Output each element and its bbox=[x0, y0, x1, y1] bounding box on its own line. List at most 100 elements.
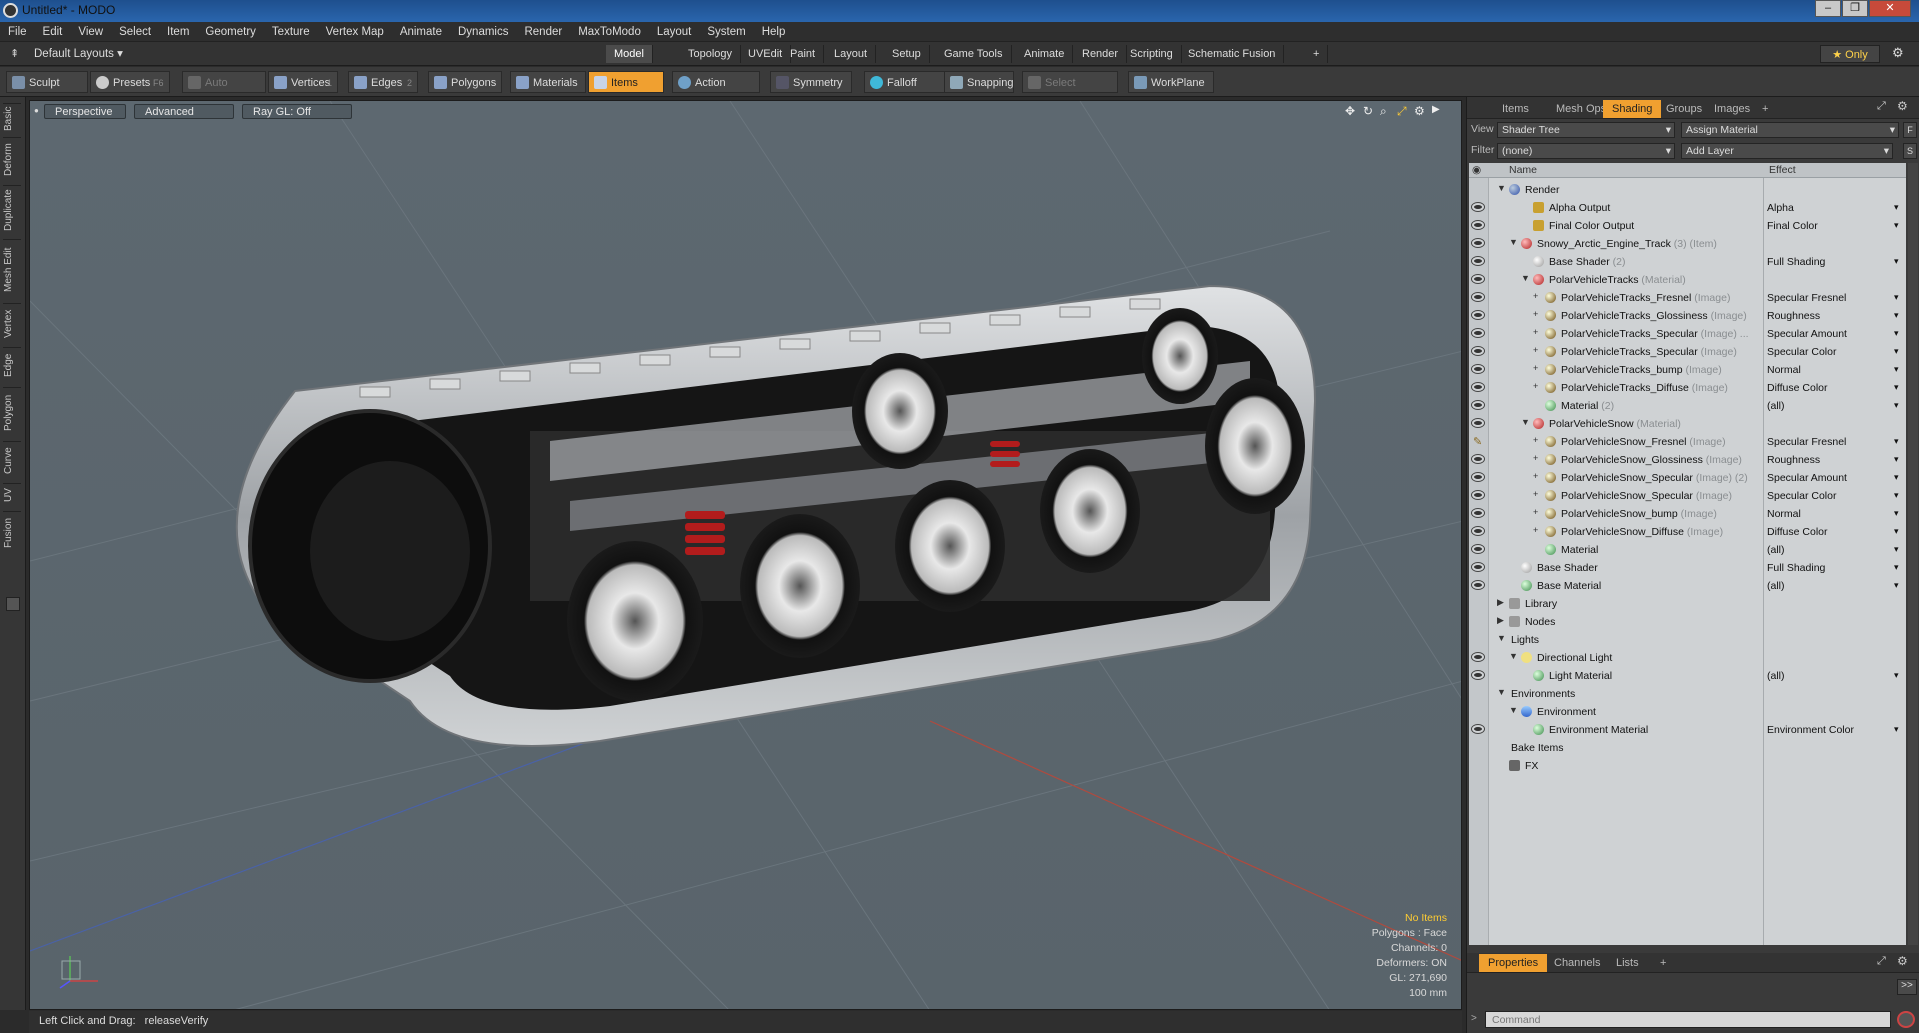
shader-tree-row[interactable]: Base Material (all) ▾ bbox=[1469, 577, 1906, 595]
visibility-eye-icon[interactable] bbox=[1472, 653, 1484, 661]
shader-tree-row[interactable]: + PolarVehicleSnow_Specular (Image) Specul… bbox=[1469, 487, 1906, 505]
shader-tree-row[interactable]: ▼ Environments bbox=[1469, 685, 1906, 703]
visibility-eye-icon[interactable] bbox=[1472, 527, 1484, 535]
visibility-eye-icon[interactable] bbox=[1472, 239, 1484, 247]
visibility-eye-icon[interactable] bbox=[1472, 257, 1484, 265]
expand-plus-icon[interactable]: + bbox=[1533, 363, 1538, 373]
props-tab-lists[interactable]: Lists bbox=[1607, 954, 1648, 972]
menu-system[interactable]: System bbox=[699, 22, 753, 42]
shader-tree-row[interactable]: Final Color Output Final Color ▾ bbox=[1469, 217, 1906, 235]
effect-dropdown-arrow-icon[interactable]: ▾ bbox=[1894, 724, 1899, 735]
shader-effect-value[interactable]: Roughness bbox=[1767, 454, 1820, 466]
menu-layout[interactable]: Layout bbox=[649, 22, 700, 42]
maximize-button[interactable]: ❐ bbox=[1842, 0, 1868, 17]
shader-effect-value[interactable]: Diffuse Color bbox=[1767, 526, 1828, 538]
visibility-eye-icon[interactable] bbox=[1472, 293, 1484, 301]
shader-effect-value[interactable]: (all) bbox=[1767, 400, 1785, 412]
collapse-arrow-icon[interactable]: ▼ bbox=[1509, 705, 1518, 715]
raygl-dropdown[interactable]: Ray GL: Off bbox=[242, 104, 352, 119]
minimize-button[interactable]: – bbox=[1815, 0, 1841, 17]
panel-tab-groups[interactable]: Groups bbox=[1657, 100, 1711, 118]
expand-plus-icon[interactable]: + bbox=[1533, 309, 1538, 319]
left-tab-uv[interactable]: UV bbox=[3, 483, 21, 507]
perspective-dropdown[interactable]: Perspective bbox=[44, 104, 126, 119]
shader-effect-value[interactable]: Specular Fresnel bbox=[1767, 292, 1846, 304]
left-tabs-toggle-button[interactable] bbox=[6, 597, 20, 611]
visibility-eye-icon[interactable] bbox=[1472, 329, 1484, 337]
expand-arrow-icon[interactable]: ▶ bbox=[1497, 597, 1504, 608]
left-tab-mesh-edit[interactable]: Mesh Edit bbox=[3, 239, 21, 299]
visibility-eye-icon[interactable] bbox=[1472, 347, 1484, 355]
shader-effect-value[interactable]: Specular Amount bbox=[1767, 472, 1847, 484]
shader-tree-row[interactable]: Base Shader Full Shading ▾ bbox=[1469, 559, 1906, 577]
menu-item[interactable]: Item bbox=[159, 22, 197, 42]
shader-effect-value[interactable]: Specular Fresnel bbox=[1767, 436, 1846, 448]
shader-tree-row[interactable]: ▼ Lights bbox=[1469, 631, 1906, 649]
effect-dropdown-arrow-icon[interactable]: ▾ bbox=[1894, 670, 1899, 681]
command-input[interactable]: Command bbox=[1485, 1011, 1891, 1028]
effect-dropdown-arrow-icon[interactable]: ▾ bbox=[1894, 526, 1899, 537]
shader-effect-value[interactable]: Normal bbox=[1767, 508, 1801, 520]
snapping-button[interactable]: Snapping bbox=[944, 71, 1014, 93]
default-layouts-dropdown[interactable]: Default Layouts ▾ bbox=[34, 46, 123, 60]
visibility-eye-icon[interactable] bbox=[1472, 383, 1484, 391]
layout-pin-icon[interactable]: ⇞ bbox=[10, 47, 19, 60]
layout-tab-schematic-fusion[interactable]: Schematic Fusion bbox=[1180, 45, 1285, 63]
collapse-arrow-icon[interactable]: ▼ bbox=[1509, 237, 1518, 247]
shader-tree-row[interactable]: FX bbox=[1469, 757, 1906, 775]
sculpt-button[interactable]: Sculpt bbox=[6, 71, 88, 93]
menu-vertex-map[interactable]: Vertex Map bbox=[318, 22, 392, 42]
viewport-expand-icon[interactable]: ▶ bbox=[1432, 104, 1440, 115]
shader-effect-value[interactable]: (all) bbox=[1767, 670, 1785, 682]
menu-texture[interactable]: Texture bbox=[264, 22, 318, 42]
props-gear-icon[interactable]: ⚙ bbox=[1897, 954, 1908, 968]
menu-dynamics[interactable]: Dynamics bbox=[450, 22, 516, 42]
shader-tree-row[interactable]: + PolarVehicleTracks_bump (Image) Normal ▾ bbox=[1469, 361, 1906, 379]
rotate-icon[interactable]: ↻ bbox=[1363, 104, 1373, 118]
visibility-eye-icon[interactable] bbox=[1472, 473, 1484, 481]
menu-geometry[interactable]: Geometry bbox=[197, 22, 264, 42]
panel-tab-add[interactable]: + bbox=[1753, 100, 1777, 118]
panel-tab-items[interactable]: Items bbox=[1493, 100, 1538, 118]
shader-tree-row[interactable]: + PolarVehicleTracks_Fresnel (Image) Specu… bbox=[1469, 289, 1906, 307]
effect-dropdown-arrow-icon[interactable]: ▾ bbox=[1894, 508, 1899, 519]
shader-effect-value[interactable]: Normal bbox=[1767, 364, 1801, 376]
layout-tab-add[interactable]: + bbox=[1305, 45, 1329, 63]
expand-plus-icon[interactable]: + bbox=[1533, 435, 1538, 445]
layout-tab-model[interactable]: Model bbox=[606, 45, 653, 63]
f-button[interactable]: F bbox=[1903, 122, 1917, 138]
menu-animate[interactable]: Animate bbox=[392, 22, 450, 42]
shader-tree-row[interactable]: + PolarVehicleTracks_Specular (Image) Spec… bbox=[1469, 343, 1906, 361]
collapse-arrow-icon[interactable]: ▼ bbox=[1521, 273, 1530, 283]
auto-select-button[interactable]: Auto Select bbox=[182, 71, 266, 111]
s-button[interactable]: S bbox=[1903, 143, 1917, 159]
expand-plus-icon[interactable]: + bbox=[1533, 507, 1538, 517]
props-tab-channels[interactable]: Channels bbox=[1545, 954, 1609, 972]
expand-plus-icon[interactable]: + bbox=[1533, 489, 1538, 499]
only-toggle[interactable]: ★ Only bbox=[1820, 45, 1880, 63]
layout-tab-game-tools[interactable]: Game Tools bbox=[936, 45, 1012, 63]
shader-tree-row[interactable]: Light Material (all) ▾ bbox=[1469, 667, 1906, 685]
visibility-eye-icon[interactable] bbox=[1472, 365, 1484, 373]
shader-effect-value[interactable]: Specular Color bbox=[1767, 490, 1836, 502]
items-button[interactable]: Items bbox=[588, 71, 664, 93]
collapse-arrow-icon[interactable]: ▼ bbox=[1497, 687, 1506, 697]
effect-dropdown-arrow-icon[interactable]: ▾ bbox=[1894, 256, 1899, 267]
shader-tree-row[interactable]: ▼ PolarVehicleTracks (Material) bbox=[1469, 271, 1906, 289]
name-column-header[interactable]: Name bbox=[1509, 164, 1537, 176]
effect-dropdown-arrow-icon[interactable]: ▾ bbox=[1894, 202, 1899, 213]
vertices-button[interactable]: Vertices 1 bbox=[268, 71, 338, 93]
shader-effect-value[interactable]: Full Shading bbox=[1767, 256, 1825, 268]
action-center-button[interactable]: Action Center bbox=[672, 71, 760, 111]
effect-column-header[interactable]: Effect bbox=[1769, 164, 1796, 176]
props-tab-properties[interactable]: Properties bbox=[1479, 954, 1548, 972]
left-tab-basic[interactable]: Basic bbox=[3, 103, 21, 133]
left-tab-edge[interactable]: Edge bbox=[3, 347, 21, 383]
collapse-arrow-icon[interactable]: ▼ bbox=[1521, 417, 1530, 427]
menu-help[interactable]: Help bbox=[754, 22, 794, 42]
fit-view-icon[interactable]: ⤢ bbox=[1397, 104, 1407, 119]
shader-effect-value[interactable]: Alpha bbox=[1767, 202, 1794, 214]
view-dropdown[interactable]: Shader Tree bbox=[1497, 122, 1675, 138]
visibility-eye-icon[interactable] bbox=[1472, 509, 1484, 517]
expand-plus-icon[interactable]: + bbox=[1533, 471, 1538, 481]
